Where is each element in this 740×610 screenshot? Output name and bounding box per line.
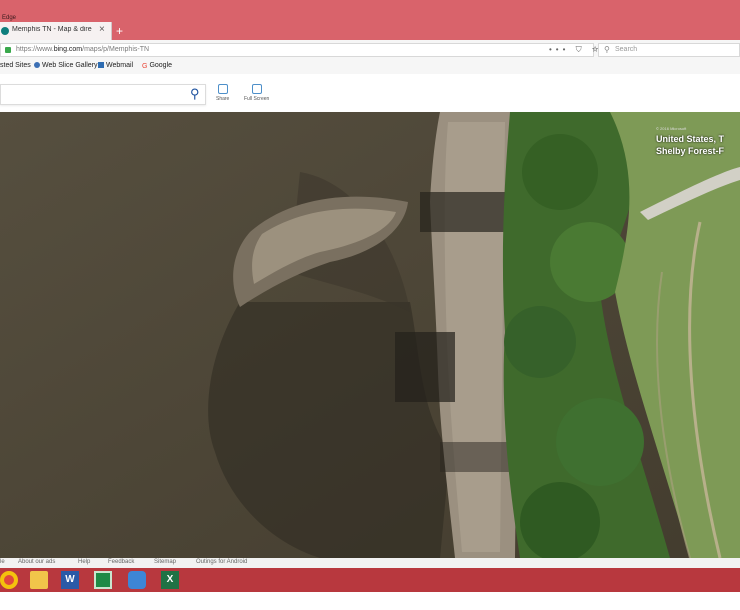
url-text[interactable]: https://www.bing.com/maps/p/Memphis-TN <box>16 46 149 53</box>
url-domain: bing.com <box>53 46 83 53</box>
full-screen-label: Full Screen <box>244 96 270 102</box>
search-placeholder: Search <box>615 46 638 53</box>
footer-link-sitemap[interactable]: Sitemap <box>154 559 176 565</box>
tab-title: Memphis TN - Map & directi <box>12 26 92 33</box>
browser-titlebar: Edge Memphis TN - Map & directi × + <box>0 0 740 40</box>
bookmark-label: Google <box>149 62 173 69</box>
excel-icon[interactable]: X <box>161 571 179 589</box>
browser-search-input[interactable]: ⚲ Search <box>598 43 740 57</box>
globe-icon <box>34 62 40 68</box>
aerial-map[interactable]: © 2016 Microsoft United States, T Shelby… <box>0 112 740 558</box>
url-prefix: https://www. <box>16 46 54 53</box>
tab-memphis-map[interactable]: Memphis TN - Map & directi × <box>0 22 112 40</box>
mail-icon <box>98 62 104 68</box>
tab-close-icon[interactable]: × <box>99 24 105 35</box>
bookmark-web-slice-gallery[interactable]: Web Slice Gallery <box>34 62 98 69</box>
footer-link-privacy[interactable]: le <box>0 559 5 565</box>
new-tab-button[interactable]: + <box>116 24 123 38</box>
navigation-toolbar: https://www.bing.com/maps/p/Memphis-TN •… <box>0 40 740 61</box>
file-explorer-icon[interactable] <box>30 571 48 589</box>
share-icon <box>217 84 228 94</box>
chrome-icon[interactable] <box>0 571 18 589</box>
maps-header: ⚲ Share Full Screen <box>0 74 740 112</box>
bookmark-label: sted Sites <box>0 62 31 69</box>
page-actions-icon[interactable]: ••• ⛉ ☆ <box>549 45 602 55</box>
app-name: Edge <box>2 15 17 21</box>
bookmarks-bar: sted Sites Web Slice Gallery Webmail G Go… <box>0 60 740 75</box>
google-icon: G <box>142 63 148 70</box>
edge-browser-icon[interactable] <box>128 571 146 589</box>
search-icon[interactable]: ⚲ <box>190 86 200 102</box>
address-bar[interactable]: https://www.bing.com/maps/p/Memphis-TN •… <box>0 43 598 57</box>
excel-sheet-icon[interactable] <box>94 571 112 589</box>
share-label: Share <box>216 96 230 102</box>
bookmark-label: Web Slice Gallery <box>42 62 98 69</box>
page-footer: le About our ads Help Feedback Sitemap O… <box>0 558 740 568</box>
share-button[interactable]: Share <box>216 84 229 102</box>
map-search-input[interactable]: ⚲ <box>0 84 206 105</box>
footer-link-outings-android[interactable]: Outings for Android <box>196 559 247 565</box>
location-line-1: United States, T <box>656 134 725 144</box>
bing-favicon-icon <box>1 27 9 35</box>
full-screen-icon <box>251 84 262 94</box>
location-info: © 2016 Microsoft United States, T Shelby… <box>656 126 740 157</box>
bookmark-webmail[interactable]: Webmail <box>98 62 133 69</box>
url-path: /maps/p/Memphis-TN <box>82 46 150 53</box>
windows-taskbar: W X <box>0 568 740 592</box>
location-line-2: Shelby Forest-F <box>656 146 725 156</box>
bookmark-label: Webmail <box>106 62 134 69</box>
bookmark-most-visited[interactable]: sted Sites <box>0 62 31 69</box>
full-screen-button[interactable]: Full Screen <box>244 84 269 102</box>
footer-link-about-ads[interactable]: About our ads <box>18 559 55 565</box>
footer-link-help[interactable]: Help <box>78 559 90 565</box>
screen-bottom-margin <box>0 592 740 610</box>
footer-link-feedback[interactable]: Feedback <box>108 559 134 565</box>
map-copyright: © 2016 Microsoft <box>656 126 687 131</box>
search-icon: ⚲ <box>604 45 610 54</box>
word-icon[interactable]: W <box>61 571 79 589</box>
aerial-imagery <box>0 112 740 558</box>
bookmark-google[interactable]: G Google <box>142 62 173 70</box>
secure-lock-icon <box>5 47 11 53</box>
